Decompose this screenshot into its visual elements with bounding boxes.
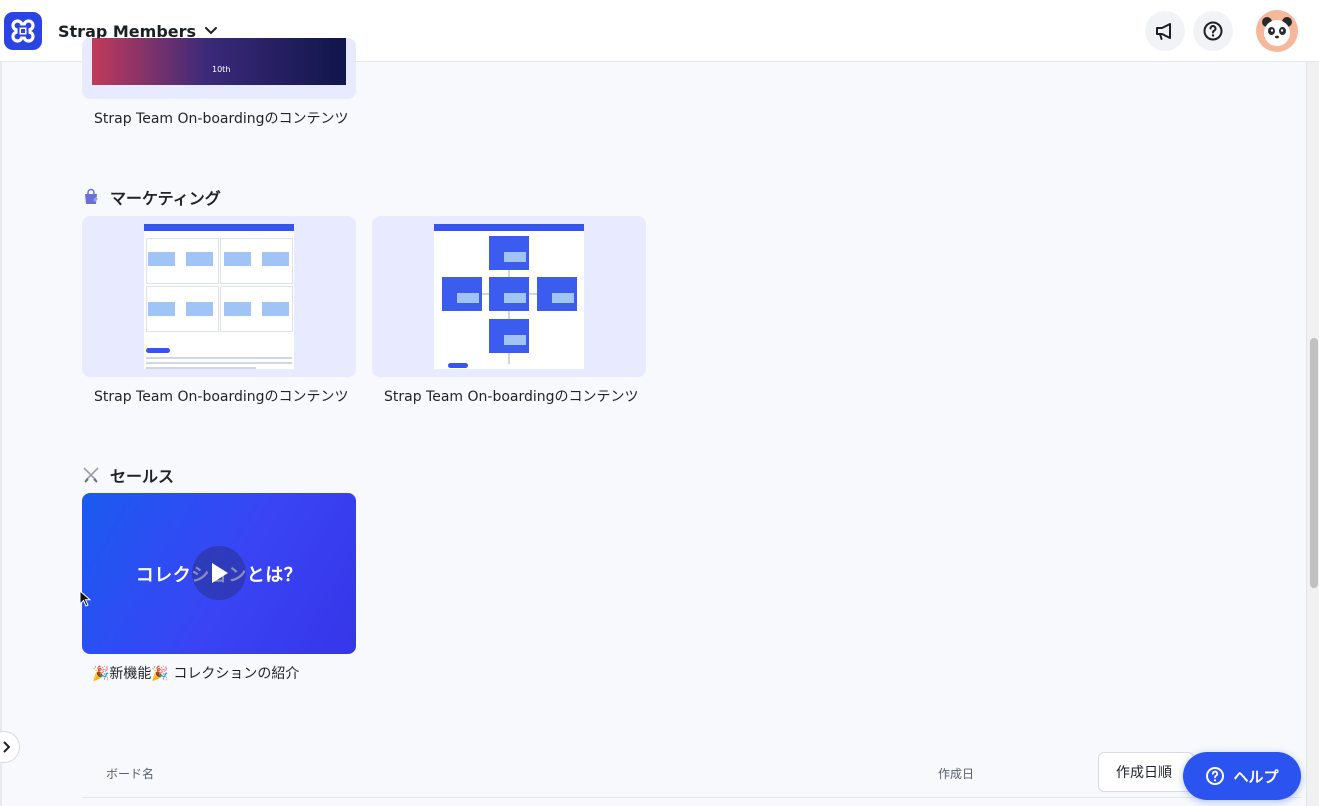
section-title-text: セールス [110, 467, 175, 486]
help-button[interactable]: ヘルプ [1183, 752, 1301, 800]
thumbnail-header [434, 224, 584, 231]
question-circle-icon [1203, 21, 1223, 41]
app-logo[interactable] [4, 12, 42, 50]
card-thumbnail-4p [434, 224, 584, 369]
content-card[interactable] [82, 216, 356, 377]
card-caption[interactable]: 🎉新機能🎉 コレクションの紹介 [92, 663, 299, 683]
scrollbar-thumb[interactable] [1310, 338, 1318, 588]
panda-icon [1262, 17, 1292, 46]
mouse-cursor-icon [79, 589, 92, 612]
column-created-date[interactable]: 作成日 [938, 765, 974, 782]
content-card[interactable]: 10th [82, 38, 356, 99]
sort-label: 作成日順 [1116, 765, 1172, 781]
megaphone-icon [1156, 23, 1171, 40]
section-title-sales: セールス [82, 463, 174, 487]
help-menu-button[interactable] [1193, 11, 1233, 51]
play-icon [212, 563, 228, 583]
left-edge-divider [0, 62, 2, 806]
video-card[interactable]: コレクションとは？ [82, 493, 356, 654]
column-board-name[interactable]: ボード名 [106, 765, 154, 782]
sidebar-expand-button[interactable] [0, 731, 20, 763]
question-circle-icon [1206, 767, 1225, 785]
strap-logo-icon [11, 19, 35, 43]
swords-icon [83, 467, 99, 483]
section-title-text: マーケティング [110, 189, 221, 208]
section-title-marketing: マーケティング [82, 185, 221, 209]
scrollbar[interactable] [1306, 62, 1319, 806]
thumbnail-header [144, 224, 294, 231]
help-label: ヘルプ [1233, 767, 1279, 786]
chevron-right-icon [3, 741, 10, 753]
content-card[interactable] [372, 216, 646, 377]
thumbnail-anniversary-text: 10th [212, 65, 231, 74]
sort-dropdown[interactable]: 作成日順 [1098, 752, 1194, 792]
card-thumbnail: 10th [92, 38, 346, 85]
shopping-bag-icon [85, 188, 98, 204]
card-thumbnail-3c [144, 224, 294, 369]
card-caption[interactable]: Strap Team On-boardingのコンテンツ [94, 386, 349, 406]
announcement-button[interactable] [1145, 11, 1185, 51]
play-button[interactable] [192, 546, 246, 600]
chevron-down-icon [205, 27, 218, 35]
card-caption[interactable]: Strap Team On-boardingのコンテンツ [94, 108, 349, 128]
card-caption[interactable]: Strap Team On-boardingのコンテンツ [384, 386, 639, 406]
user-avatar[interactable] [1256, 10, 1298, 52]
